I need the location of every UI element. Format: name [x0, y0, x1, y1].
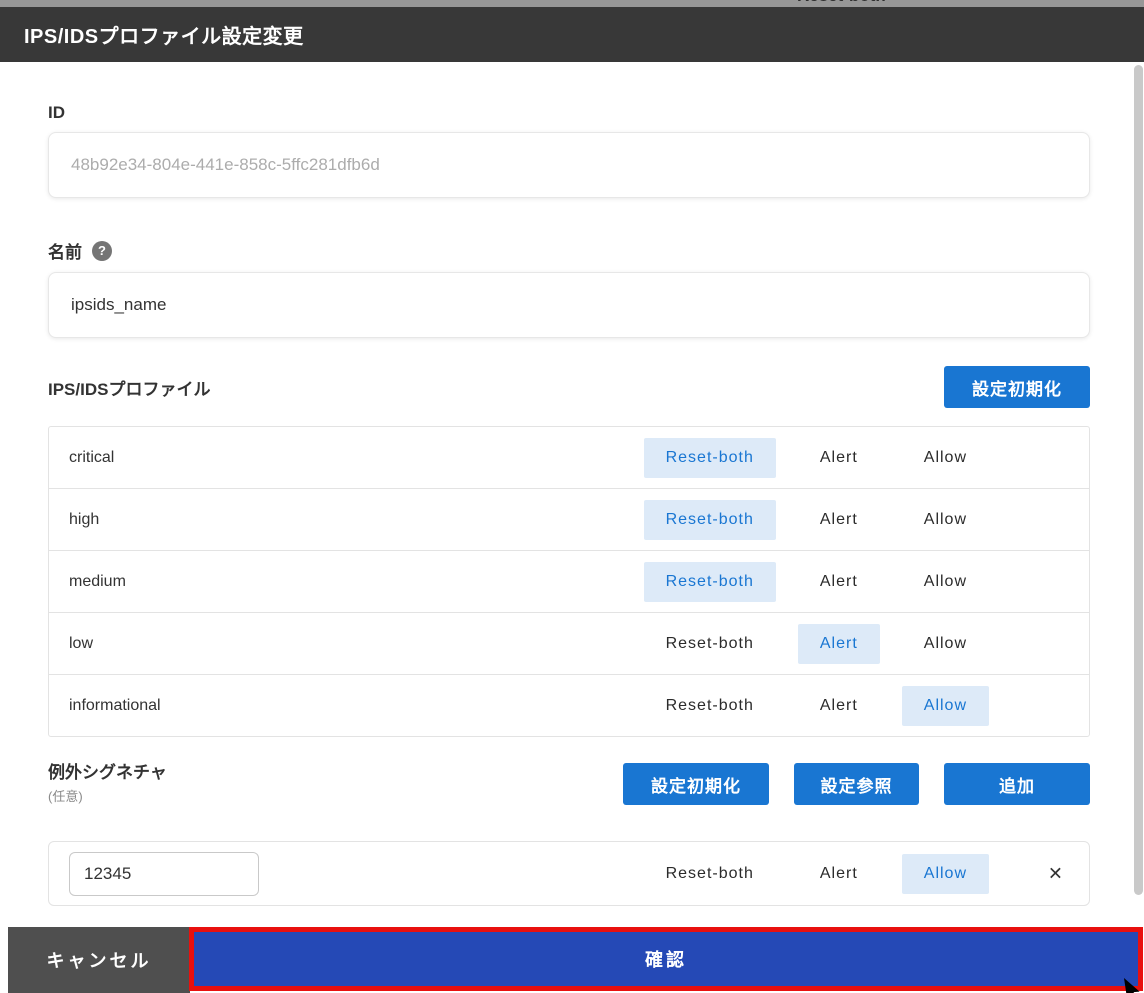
exception-section-head: 例外シグネチャ (任意) 設定初期化 設定参照 追加	[48, 758, 1090, 805]
id-input[interactable]: 48b92e34-804e-441e-858c-5ffc281dfb6d	[48, 132, 1090, 198]
profile-row: informationalReset-both Alert Allow	[49, 674, 1089, 736]
confirm-button[interactable]: 確認	[194, 932, 1138, 986]
option-allow[interactable]: Allow	[902, 562, 989, 602]
option-reset-both[interactable]: Reset-both	[644, 500, 776, 540]
exception-label-block: 例外シグネチャ (任意)	[48, 758, 167, 805]
modal-title: IPS/IDSプロファイル設定変更	[24, 20, 304, 49]
profile-row: mediumReset-both Alert Allow	[49, 550, 1089, 612]
profile-row: highReset-both Alert Allow	[49, 488, 1089, 550]
option-reset-both[interactable]: Reset-both	[644, 854, 776, 894]
id-label: ID	[48, 103, 1090, 123]
option-allow[interactable]: Allow	[902, 500, 989, 540]
exception-add-button[interactable]: 追加	[944, 763, 1090, 805]
profile-table: criticalReset-bothAlertAllowhighReset-bo…	[48, 426, 1090, 737]
exception-section-label: 例外シグネチャ	[48, 758, 167, 783]
profile-section-head: IPS/IDSプロファイル 設定初期化	[48, 366, 1090, 408]
signature-id-input[interactable]: 12345	[69, 852, 259, 896]
name-label-row: 名前 ?	[48, 238, 1090, 263]
cancel-button[interactable]: キャンセル	[8, 927, 190, 993]
option-reset-both[interactable]: Reset-both	[644, 624, 776, 664]
severity-label: medium	[69, 573, 644, 591]
name-label: 名前	[48, 238, 82, 263]
option-alert[interactable]: Alert	[798, 854, 880, 894]
option-alert[interactable]: Alert	[798, 562, 880, 602]
exception-reset-button[interactable]: 設定初期化	[623, 763, 769, 805]
option-reset-both[interactable]: Reset-both	[644, 562, 776, 602]
optional-note: (任意)	[48, 786, 167, 805]
severity-label: critical	[69, 449, 644, 467]
profile-section-label: IPS/IDSプロファイル	[48, 375, 210, 400]
close-icon[interactable]: ✕	[1048, 863, 1063, 884]
background-partial-text: Reset-both	[797, 0, 886, 6]
option-allow[interactable]: Allow	[902, 854, 989, 894]
option-allow[interactable]: Allow	[902, 438, 989, 478]
option-allow[interactable]: Allow	[902, 624, 989, 664]
action-options: Reset-both Alert Allow	[644, 562, 989, 602]
severity-label: informational	[69, 697, 644, 715]
option-alert[interactable]: Alert	[798, 438, 880, 478]
name-value: ipsids_name	[71, 295, 166, 315]
profile-reset-button[interactable]: 設定初期化	[944, 366, 1090, 408]
modal-footer: キャンセル 確認	[0, 927, 1144, 993]
option-alert[interactable]: Alert	[798, 624, 880, 664]
option-allow[interactable]: Allow	[902, 686, 989, 726]
background-page-strip: Reset-both	[0, 0, 1144, 7]
exception-reference-button[interactable]: 設定参照	[794, 763, 919, 805]
action-options: Reset-both Alert Allow	[644, 686, 989, 726]
profile-row: lowReset-both Alert Allow	[49, 612, 1089, 674]
severity-label: low	[69, 635, 644, 653]
help-icon[interactable]: ?	[92, 241, 112, 261]
action-options: Reset-both Alert Allow	[644, 500, 989, 540]
option-reset-both[interactable]: Reset-both	[644, 438, 776, 478]
confirm-highlight-border: 確認	[189, 927, 1143, 991]
option-alert[interactable]: Alert	[798, 500, 880, 540]
modal-body: ID 48b92e34-804e-441e-858c-5ffc281dfb6d …	[0, 62, 1144, 993]
severity-label: high	[69, 511, 644, 529]
action-options: Reset-both Alert Allow	[644, 438, 989, 478]
page: Reset-both IPS/IDSプロファイル設定変更 ID 48b92e34…	[0, 0, 1144, 993]
signature-list: 12345 Reset-both Alert Allow ✕	[48, 841, 1090, 906]
action-options: Reset-both Alert Allow	[644, 854, 989, 894]
signature-id-value: 12345	[84, 864, 131, 884]
signature-row: 12345 Reset-both Alert Allow ✕	[48, 841, 1090, 906]
option-reset-both[interactable]: Reset-both	[644, 686, 776, 726]
scrollbar-thumb[interactable]	[1134, 65, 1143, 895]
option-alert[interactable]: Alert	[798, 686, 880, 726]
exception-buttons: 設定初期化 設定参照 追加	[623, 763, 1090, 805]
id-placeholder: 48b92e34-804e-441e-858c-5ffc281dfb6d	[71, 155, 380, 175]
action-options: Reset-both Alert Allow	[644, 624, 989, 664]
name-input[interactable]: ipsids_name	[48, 272, 1090, 338]
modal-header: IPS/IDSプロファイル設定変更	[0, 7, 1144, 62]
profile-row: criticalReset-both Alert Allow	[49, 427, 1089, 488]
